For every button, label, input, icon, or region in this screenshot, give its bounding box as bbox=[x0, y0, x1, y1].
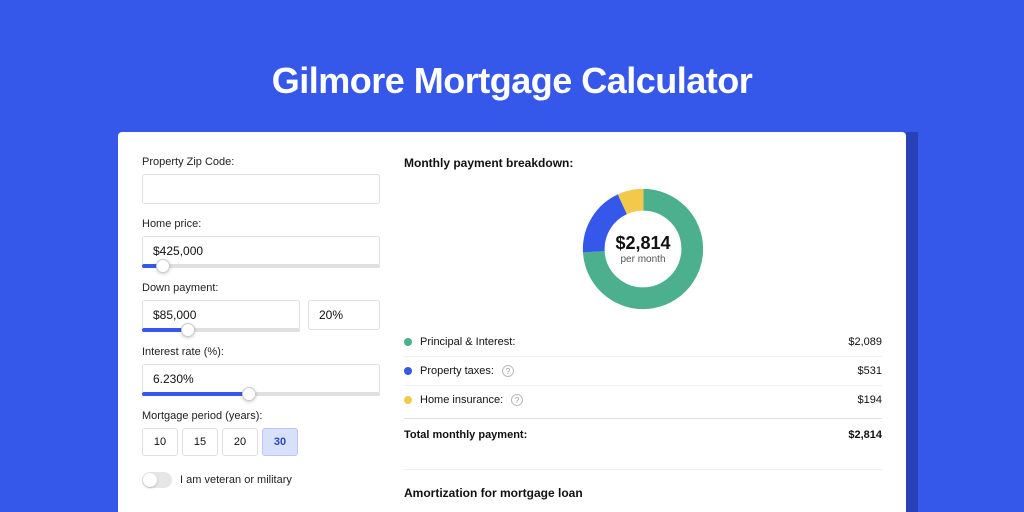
legend-dot bbox=[404, 396, 412, 404]
page-title: Gilmore Mortgage Calculator bbox=[0, 0, 1024, 102]
veteran-label: I am veteran or military bbox=[180, 474, 292, 486]
zip-field: Property Zip Code: bbox=[142, 156, 380, 204]
legend-row: Principal & Interest: $2,089 bbox=[404, 328, 882, 356]
donut-sub: per month bbox=[620, 254, 665, 265]
breakdown-legend: Principal & Interest: $2,089 Property taxe… bbox=[404, 328, 882, 414]
interest-rate-label: Interest rate (%): bbox=[142, 346, 380, 358]
down-payment-pct-input[interactable] bbox=[308, 300, 380, 330]
legend-row: Property taxes:? $531 bbox=[404, 356, 882, 385]
mortgage-period-field: Mortgage period (years): 10152030 bbox=[142, 410, 380, 456]
total-row: Total monthly payment: $2,814 bbox=[404, 418, 882, 441]
zip-input[interactable] bbox=[142, 174, 380, 204]
donut-chart-wrap: $2,814 per month bbox=[404, 180, 882, 328]
legend-label: Home insurance: bbox=[420, 394, 503, 406]
down-payment-input[interactable] bbox=[142, 300, 300, 330]
interest-rate-slider-thumb[interactable] bbox=[242, 387, 256, 401]
period-button-15[interactable]: 15 bbox=[182, 428, 218, 456]
veteran-toggle-knob bbox=[143, 473, 157, 487]
legend-value: $2,089 bbox=[848, 336, 882, 348]
down-payment-slider[interactable] bbox=[142, 328, 300, 332]
period-button-10[interactable]: 10 bbox=[142, 428, 178, 456]
breakdown-title: Monthly payment breakdown: bbox=[404, 156, 882, 170]
period-button-20[interactable]: 20 bbox=[222, 428, 258, 456]
legend-label: Principal & Interest: bbox=[420, 336, 515, 348]
home-price-slider[interactable] bbox=[142, 264, 380, 268]
legend-dot bbox=[404, 367, 412, 375]
legend-value: $194 bbox=[858, 394, 882, 406]
mortgage-period-label: Mortgage period (years): bbox=[142, 410, 380, 422]
veteran-toggle[interactable] bbox=[142, 472, 172, 488]
info-icon[interactable]: ? bbox=[502, 365, 514, 377]
breakdown-column: Monthly payment breakdown: $2,814 per mo… bbox=[404, 156, 882, 512]
home-price-slider-thumb[interactable] bbox=[156, 259, 170, 273]
period-button-30[interactable]: 30 bbox=[262, 428, 298, 456]
donut-center: $2,814 per month bbox=[578, 184, 708, 314]
legend-value: $531 bbox=[858, 365, 882, 377]
total-value: $2,814 bbox=[848, 429, 882, 441]
down-payment-label: Down payment: bbox=[142, 282, 380, 294]
veteran-row: I am veteran or military bbox=[142, 472, 380, 488]
interest-rate-slider-fill bbox=[142, 392, 249, 396]
interest-rate-input[interactable] bbox=[142, 364, 380, 394]
interest-rate-slider[interactable] bbox=[142, 392, 380, 396]
zip-label: Property Zip Code: bbox=[142, 156, 380, 168]
info-icon[interactable]: ? bbox=[511, 394, 523, 406]
mortgage-period-group: 10152030 bbox=[142, 428, 380, 456]
donut-chart: $2,814 per month bbox=[578, 184, 708, 314]
home-price-input[interactable] bbox=[142, 236, 380, 266]
home-price-field: Home price: bbox=[142, 218, 380, 268]
amortization-title: Amortization for mortgage loan bbox=[404, 486, 882, 500]
down-payment-field: Down payment: bbox=[142, 282, 380, 332]
legend-row: Home insurance:? $194 bbox=[404, 385, 882, 414]
home-price-label: Home price: bbox=[142, 218, 380, 230]
legend-label: Property taxes: bbox=[420, 365, 494, 377]
interest-rate-field: Interest rate (%): bbox=[142, 346, 380, 396]
amortization-section: Amortization for mortgage loan Amortizat… bbox=[404, 469, 882, 512]
total-label: Total monthly payment: bbox=[404, 429, 527, 441]
calculator-card: Property Zip Code: Home price: Down paym… bbox=[118, 132, 906, 512]
legend-dot bbox=[404, 338, 412, 346]
down-payment-slider-thumb[interactable] bbox=[181, 323, 195, 337]
form-column: Property Zip Code: Home price: Down paym… bbox=[142, 156, 380, 512]
donut-amount: $2,814 bbox=[615, 233, 670, 254]
